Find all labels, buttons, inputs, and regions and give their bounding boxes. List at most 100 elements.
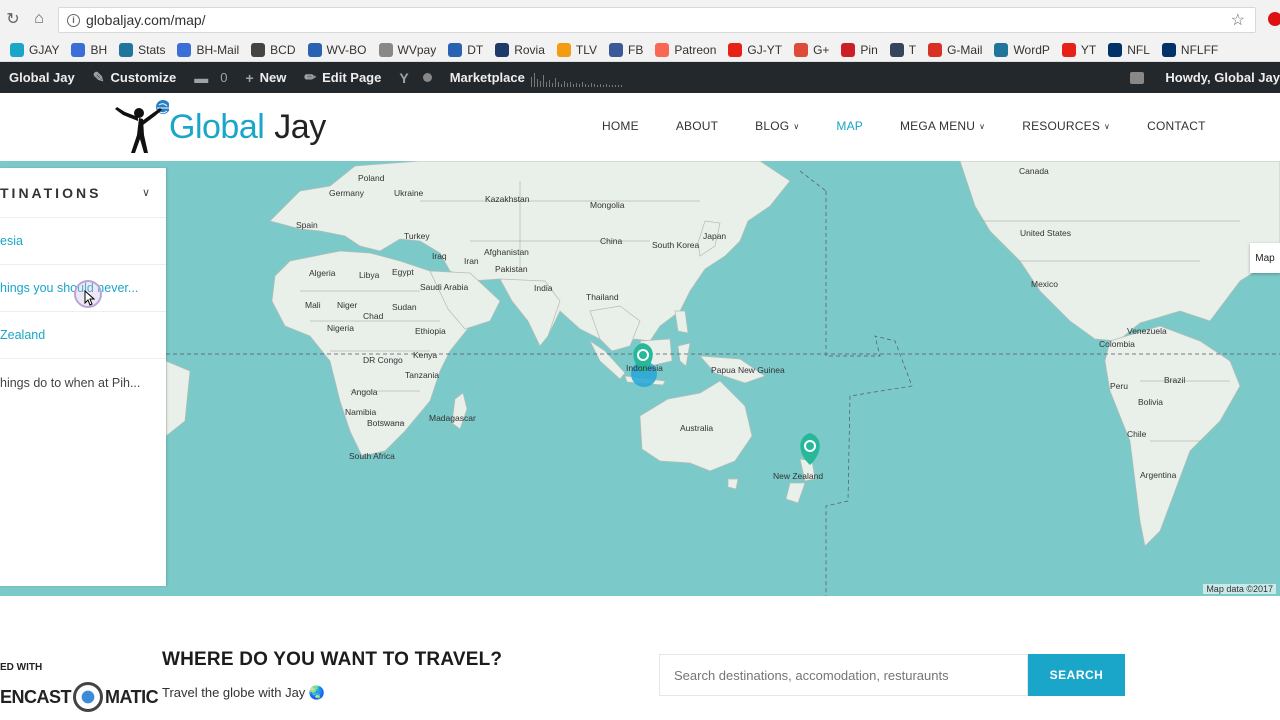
bookmark-bh-mail[interactable]: BH-Mail	[177, 42, 239, 57]
site-logo[interactable]: Global Jay	[113, 99, 326, 155]
bookmark-label: WV-BO	[326, 42, 367, 57]
nav-item-label: CONTACT	[1147, 119, 1206, 133]
map-label-canada: Canada	[1019, 166, 1049, 176]
admin-customize-link[interactable]: ✎ Customize	[84, 62, 185, 93]
map-label-botswana: Botswana	[367, 418, 405, 428]
map-label-mali: Mali	[305, 300, 321, 310]
bookmark-t[interactable]: T	[889, 42, 916, 57]
nav-item-contact[interactable]: CONTACT	[1147, 119, 1206, 133]
admin-marketplace-link[interactable]: Marketplace	[441, 62, 635, 93]
bookmark-g-mail[interactable]: G-Mail	[928, 42, 983, 57]
bookmark-favicon-icon	[1161, 42, 1176, 57]
bookmark-rovia[interactable]: Rovia	[495, 42, 545, 57]
bookmark-label: G-Mail	[947, 42, 983, 57]
yoast-icon-link[interactable]: Y	[390, 62, 440, 93]
destination-list-item[interactable]: hings do to when at Pih...	[0, 359, 166, 406]
world-map[interactable]: Poland Germany Ukraine Kazakhstan Mongolia Sp…	[0, 161, 1280, 596]
home-icon[interactable]: ⌂	[26, 6, 52, 32]
bookmark-favicon-icon	[1061, 42, 1076, 57]
bookmark-favicon-icon	[177, 42, 192, 57]
url-text: globaljay.com/map/	[86, 12, 206, 28]
bookmark-wordp[interactable]: WordP	[994, 42, 1050, 57]
map-label-mongolia: Mongolia	[590, 200, 625, 210]
map-label-brazil: Brazil	[1164, 375, 1186, 385]
bookmark-nfl[interactable]: NFL	[1108, 42, 1150, 57]
bookmark-tlv[interactable]: TLV	[556, 42, 597, 57]
bookmark-wvpay[interactable]: WVpay	[378, 42, 436, 57]
map-label-saudi-arabia: Saudi Arabia	[420, 282, 469, 292]
bookmark-gjay[interactable]: GJAY	[10, 42, 59, 57]
chevron-down-icon[interactable]: ∨	[142, 186, 150, 199]
map-label-india: India	[534, 283, 553, 293]
map-label-ethiopia: Ethiopia	[415, 326, 446, 336]
bookmark-favicon-icon	[448, 42, 463, 57]
bookmark-stats[interactable]: Stats	[119, 42, 165, 57]
bookmark-dt[interactable]: DT	[448, 42, 483, 57]
bookmark-favicon-icon	[928, 42, 943, 57]
map-label-united-states: United States	[1020, 228, 1072, 238]
destination-list-item[interactable]: esia	[0, 218, 166, 265]
map-label-namibia: Namibia	[345, 407, 377, 417]
bookmark-favicon-icon	[556, 42, 571, 57]
destination-search-input[interactable]	[659, 654, 1028, 696]
destinations-panel: TINATIONS ∨ esia hings you should never..…	[0, 168, 166, 586]
bookmark-gj-yt[interactable]: GJ-YT	[728, 42, 782, 57]
bookmark-favicon-icon	[655, 42, 670, 57]
search-button[interactable]: SEARCH	[1028, 654, 1125, 696]
bookmark-star-icon[interactable]: ☆	[1231, 10, 1245, 30]
map-canvas[interactable]	[0, 161, 1280, 596]
nav-item-about[interactable]: ABOUT	[676, 119, 718, 133]
map-label-libya: Libya	[359, 270, 380, 280]
watermark-right-text: MATIC	[105, 686, 159, 707]
map-label-algeria: Algeria	[309, 268, 336, 278]
nav-item-map[interactable]: MAP	[836, 119, 863, 133]
admin-avatar-small-icon[interactable]	[1130, 71, 1145, 84]
admin-edit-page-link[interactable]: ✏ Edit Page	[295, 62, 390, 93]
bookmark-favicon-icon	[378, 42, 393, 57]
admin-howdy-link[interactable]: Howdy, Global Jay	[1156, 62, 1280, 93]
admin-comments-link[interactable]: ▬ 0	[185, 62, 236, 93]
map-label-bolivia: Bolivia	[1138, 397, 1164, 407]
map-type-button[interactable]: Map	[1250, 243, 1280, 273]
philippines-landmass	[674, 310, 689, 334]
address-bar[interactable]: i globaljay.com/map/ ☆	[58, 7, 1256, 33]
south-america-landmass	[1104, 325, 1241, 547]
bookmark-fb[interactable]: FB	[609, 42, 643, 57]
browser-toolbar: ↻ ⌂ i globaljay.com/map/ ☆	[0, 0, 1280, 38]
destinations-header[interactable]: TINATIONS ∨	[0, 168, 166, 218]
chevron-down-icon: ∨	[979, 121, 986, 131]
bookmark-g-[interactable]: G+	[794, 42, 829, 57]
bookmark-wv-bo[interactable]: WV-BO	[307, 42, 367, 57]
bookmark-pin[interactable]: Pin	[841, 42, 878, 57]
map-label-germany: Germany	[329, 188, 364, 198]
admin-howdy-label: Howdy, Global Jay	[1165, 70, 1280, 85]
bookmark-bcd[interactable]: BCD	[251, 42, 296, 57]
map-label-niger: Niger	[337, 300, 358, 310]
nav-item-label: MEGA MENU	[899, 119, 976, 133]
bookmark-nflff[interactable]: NFLFF	[1161, 42, 1218, 57]
nav-item-resources[interactable]: RESOURCES ∨	[1022, 119, 1110, 133]
destination-list-item[interactable]: Zealand	[0, 312, 166, 359]
nav-item-home[interactable]: HOME	[602, 119, 639, 133]
admin-new-link[interactable]: + New	[236, 62, 295, 93]
travel-search-section: WHERE DO YOU WANT TO TRAVEL? Travel the …	[0, 596, 1280, 720]
bookmark-bh[interactable]: BH	[71, 42, 107, 57]
bookmark-favicon-icon	[841, 42, 856, 57]
reload-icon[interactable]: ↻	[0, 6, 26, 32]
bookmark-patreon[interactable]: Patreon	[655, 42, 716, 57]
bookmark-favicon-icon	[10, 42, 24, 57]
info-icon[interactable]: i	[67, 13, 80, 27]
map-label-iran: Iran	[464, 256, 479, 266]
map-label-mexico: Mexico	[1031, 279, 1058, 289]
bookmark-favicon-icon	[307, 42, 322, 57]
admin-site-link[interactable]: Global Jay	[0, 62, 84, 93]
nav-item-label: RESOURCES	[1022, 119, 1101, 133]
nav-item-label: BLOG	[755, 119, 790, 133]
nav-item-mega-menu[interactable]: MEGA MENU ∨	[900, 119, 985, 133]
map-label-tanzania: Tanzania	[405, 370, 440, 380]
map-label-poland: Poland	[358, 173, 385, 183]
north-america-landmass	[959, 161, 1280, 342]
extension-icon[interactable]	[1268, 12, 1280, 26]
bookmark-yt[interactable]: YT	[1061, 42, 1096, 57]
nav-item-blog[interactable]: BLOG ∨	[755, 119, 799, 133]
